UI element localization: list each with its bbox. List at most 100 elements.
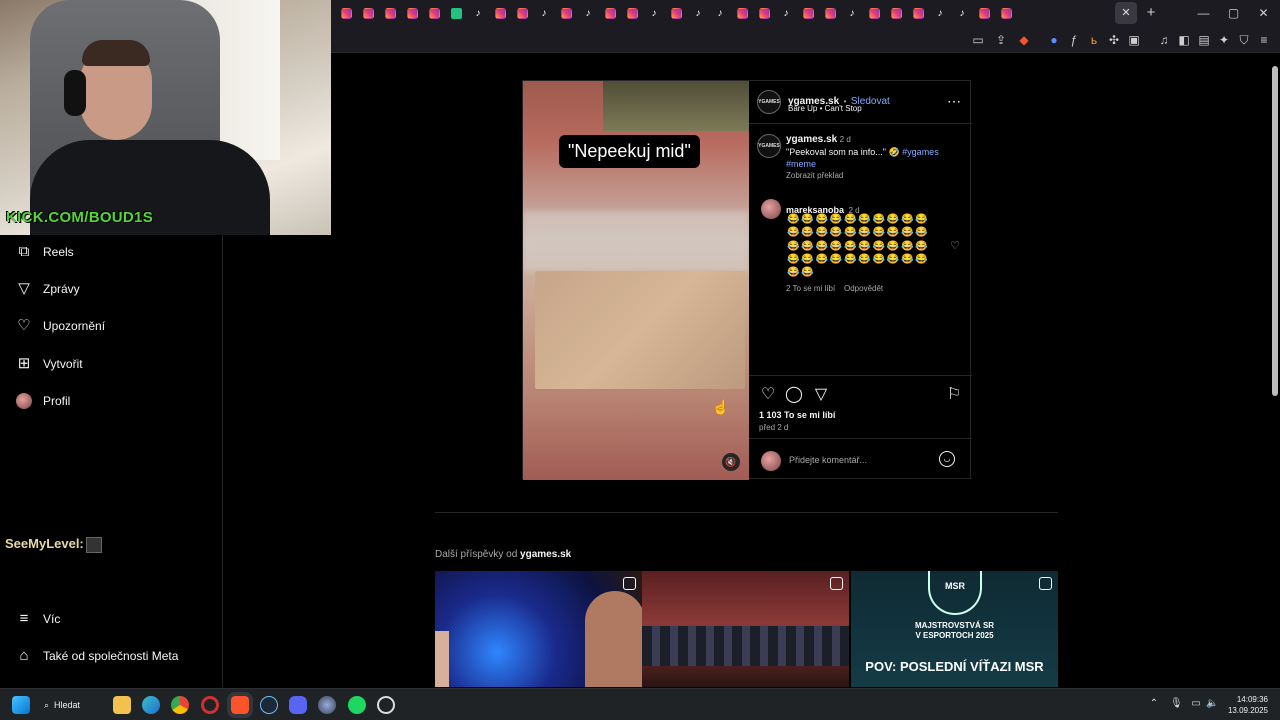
browser-tab[interactable]	[731, 3, 753, 25]
network-icon[interactable]: ▭	[1190, 698, 1202, 710]
author-avatar[interactable]: YGAMES	[757, 134, 781, 158]
author-avatar[interactable]: YGAMES	[757, 90, 781, 114]
browser-tab[interactable]: ♪	[577, 3, 599, 25]
share-icon[interactable]: ⇪	[994, 33, 1008, 47]
hashtag-link[interactable]: #meme	[786, 159, 816, 169]
share-icon[interactable]: ▽	[812, 386, 830, 404]
file-explorer-icon[interactable]	[113, 696, 131, 714]
menu-icon[interactable]: ≡	[1257, 33, 1271, 47]
browser-tab[interactable]	[907, 3, 929, 25]
reader-icon[interactable]: ▣	[1127, 33, 1141, 47]
more-posts-author[interactable]: ygames.sk	[520, 549, 571, 560]
sidebar-item-profile[interactable]: Profil	[16, 393, 70, 409]
browser-tab[interactable]: ♪	[643, 3, 665, 25]
chrome-icon[interactable]	[171, 696, 189, 714]
browser-tab[interactable]	[379, 3, 401, 25]
browser-tab[interactable]	[819, 3, 841, 25]
brave-icon[interactable]	[227, 692, 253, 718]
maximize-button[interactable]: ▢	[1218, 6, 1249, 20]
browser-tab[interactable]: ♪	[687, 3, 709, 25]
browser-tab[interactable]	[445, 3, 467, 25]
app-icon[interactable]	[318, 696, 336, 714]
like-heart-icon[interactable]: ♡	[759, 386, 777, 404]
vpn-icon[interactable]: ●	[1047, 33, 1061, 47]
spotify-icon[interactable]	[348, 696, 366, 714]
browser-tab[interactable]: ♪	[841, 3, 863, 25]
comment-icon[interactable]: ◯	[785, 386, 803, 404]
taskbar-clock[interactable]: 14:09:36 13.09.2025	[1228, 694, 1268, 716]
comment-likes[interactable]: 2 To se mi líbí	[786, 284, 835, 293]
browser-tab[interactable]: ♪	[775, 3, 797, 25]
post-video[interactable]: "Nepeekuj mid" 🔇	[523, 81, 749, 480]
sidebar-item-more[interactable]: ≡ Víc	[16, 611, 61, 627]
translate-link[interactable]: Zobrazit překlad	[786, 171, 966, 180]
browser-tab[interactable]	[621, 3, 643, 25]
puzzle-icon[interactable]: ✣	[1107, 33, 1121, 47]
sidebar-item-create[interactable]: ⊞ Vytvořit	[16, 356, 83, 372]
sidebar-icon[interactable]: ◧	[1177, 33, 1191, 47]
start-icon[interactable]	[12, 696, 30, 714]
browser-tab[interactable]	[863, 3, 885, 25]
discord-icon[interactable]	[289, 696, 307, 714]
browser-tab[interactable]	[995, 3, 1017, 25]
shield-icon[interactable]: ⛉	[1237, 33, 1251, 47]
scrollbar-thumb[interactable]	[1272, 66, 1278, 396]
browser-tab[interactable]	[489, 3, 511, 25]
description-author[interactable]: ygames.sk	[786, 134, 837, 145]
browser-tab[interactable]	[335, 3, 357, 25]
extension-icon[interactable]: ь	[1087, 33, 1101, 47]
extension-icon[interactable]: ƒ	[1067, 33, 1081, 47]
sidebar-item-reels[interactable]: ⧉ Reels	[16, 244, 74, 260]
mute-icon[interactable]: 🔇	[722, 453, 740, 471]
obs-icon[interactable]	[377, 696, 395, 714]
browser-tab[interactable]	[401, 3, 423, 25]
emoji-picker-icon[interactable]: ◡	[939, 451, 955, 467]
install-app-icon[interactable]: ▭	[971, 33, 985, 47]
minimize-button[interactable]: —	[1188, 6, 1219, 20]
sidebar-item-notifications[interactable]: ♡ Upozornění	[16, 318, 105, 334]
browser-tab[interactable]: ♪	[709, 3, 731, 25]
browser-tab[interactable]	[973, 3, 995, 25]
new-tab-button[interactable]: +	[1143, 4, 1159, 22]
browser-tab[interactable]	[599, 3, 621, 25]
opera-icon[interactable]	[201, 696, 219, 714]
media-icon[interactable]: ♫	[1157, 33, 1171, 47]
commenter-avatar[interactable]	[761, 199, 781, 219]
browser-tab[interactable]: ♪	[929, 3, 951, 25]
window-close-button[interactable]: ✕	[1248, 6, 1279, 20]
audio-track[interactable]: Bare Up • Can't Stop	[788, 104, 862, 113]
tray-chevron-icon[interactable]: ⌃	[1148, 698, 1160, 710]
hashtag-link[interactable]: #ygames	[902, 147, 939, 157]
more-options-icon[interactable]: ⋯	[947, 93, 961, 110]
browser-tab[interactable]	[665, 3, 687, 25]
post-thumbnail[interactable]	[642, 571, 849, 687]
comment-input[interactable]: Přidejte komentář...	[789, 455, 867, 465]
browser-tab[interactable]	[357, 3, 379, 25]
sidebar-item-meta[interactable]: ⌂ Také od společnosti Meta	[16, 648, 178, 664]
tab-close-button[interactable]: ✕	[1115, 2, 1137, 24]
browser-tab[interactable]	[753, 3, 775, 25]
bookmark-icon[interactable]: ⚐	[945, 386, 963, 404]
sidebar-item-messages[interactable]: ▽ Zprávy	[16, 281, 79, 297]
browser-tab[interactable]: ♪	[951, 3, 973, 25]
comment-like-heart-icon[interactable]: ♡	[950, 239, 960, 252]
edge-icon[interactable]	[142, 696, 160, 714]
wallet-icon[interactable]: ▤	[1197, 33, 1211, 47]
leo-ai-icon[interactable]: ✦	[1217, 33, 1231, 47]
browser-tab[interactable]	[511, 3, 533, 25]
reply-button[interactable]: Odpovědět	[844, 284, 883, 293]
browser-tab[interactable]	[797, 3, 819, 25]
browser-tab[interactable]: ♪	[467, 3, 489, 25]
browser-tab[interactable]	[885, 3, 907, 25]
browser-tab[interactable]	[555, 3, 577, 25]
taskbar-search[interactable]: ⌕ Hledat	[44, 695, 80, 715]
post-thumbnail[interactable]: MSR MAJSTROVSTVÁ SR V ESPORTOCH 2025 POV…	[851, 571, 1058, 687]
volume-icon[interactable]: 🔈	[1206, 698, 1218, 710]
brave-shield-icon[interactable]: ◆	[1017, 33, 1031, 47]
microphone-icon[interactable]: 🎙	[1170, 698, 1183, 710]
browser-tab[interactable]	[423, 3, 445, 25]
steam-icon[interactable]	[260, 696, 278, 714]
browser-tab[interactable]: ♪	[533, 3, 555, 25]
likes-count[interactable]: 1 103 To se mi líbí	[759, 410, 835, 420]
post-thumbnail[interactable]	[435, 571, 642, 687]
